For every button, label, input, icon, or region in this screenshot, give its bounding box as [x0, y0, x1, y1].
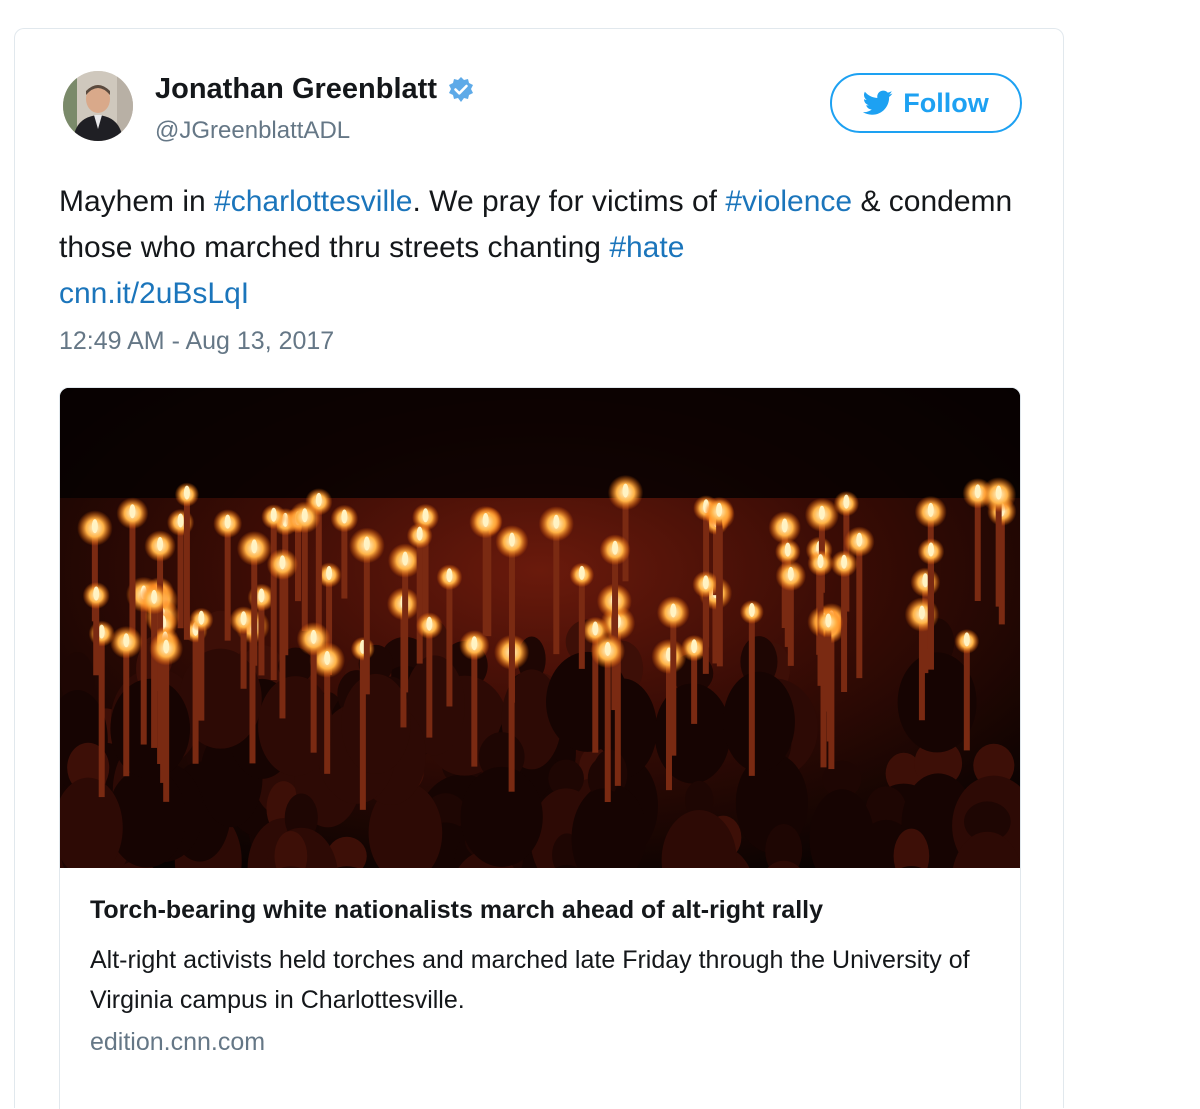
author-name-text[interactable]: Jonathan Greenblatt: [155, 73, 437, 106]
tweet-text-part: Mayhem in: [59, 185, 215, 218]
hashtag-charlottesville-link[interactable]: #charlottesville: [214, 185, 412, 218]
avatar[interactable]: [63, 71, 133, 141]
hashtag-violence-link[interactable]: #violence: [725, 185, 852, 218]
card-description: Alt-right activists held torches and mar…: [90, 946, 970, 1014]
card-title[interactable]: Torch-bearing white nationalists march a…: [90, 896, 823, 925]
tweet-text-part: . We pray for victims of: [412, 185, 726, 218]
follow-label: Follow: [903, 87, 989, 118]
author-name[interactable]: Jonathan Greenblatt: [155, 73, 475, 106]
follow-button[interactable]: Follow: [830, 73, 1022, 133]
author-handle[interactable]: @JGreenblattADL: [155, 117, 350, 145]
tweet-text: Mayhem in #charlottesville. We pray for …: [59, 179, 1019, 317]
link-preview-card[interactable]: Torch-bearing white nationalists march a…: [59, 387, 1021, 1109]
cnn-short-link[interactable]: cnn.it/2uBsLqI: [59, 277, 249, 310]
tweet-timestamp[interactable]: 12:49 AM - Aug 13, 2017: [59, 327, 334, 356]
hashtag-hate-link[interactable]: #hate: [609, 231, 684, 264]
verified-badge-icon: [447, 76, 475, 104]
card-domain: edition.cnn.com: [90, 1028, 266, 1056]
twitter-bird-icon: [863, 90, 893, 116]
card-image[interactable]: [60, 388, 1020, 971]
tweet-card: Jonathan Greenblatt @JGreenblattADL Foll…: [14, 28, 1064, 1109]
